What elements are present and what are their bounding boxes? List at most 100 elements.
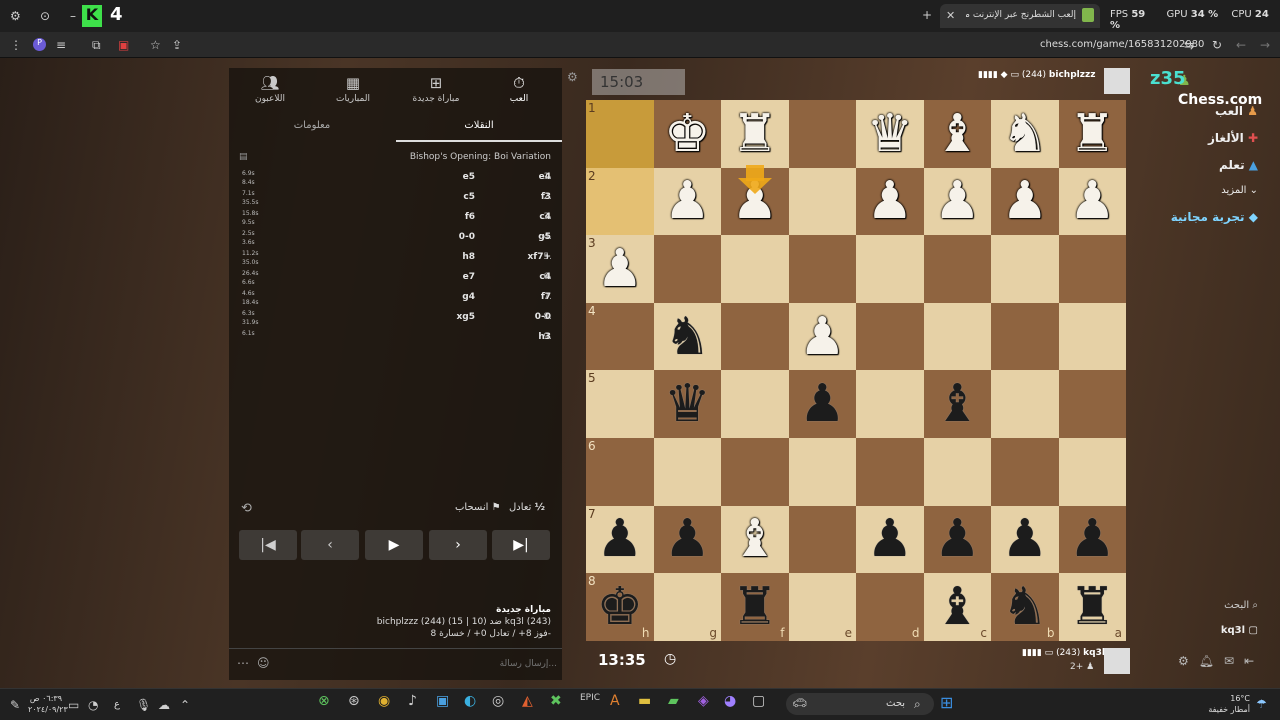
white-move[interactable]: c4 [491,272,551,282]
new-tab-button[interactable]: + [922,8,932,22]
back-icon[interactable]: ← [1236,38,1246,52]
board-square[interactable]: 2 [586,168,654,236]
play-button[interactable]: ▶ [365,530,423,560]
board-square[interactable] [789,506,857,574]
app-m-icon[interactable]: ◈ [698,693,709,709]
board-square[interactable]: ♛ [856,100,924,168]
board-square[interactable] [856,370,924,438]
board-square[interactable]: d [856,573,924,641]
book-icon[interactable]: ▤ [239,152,248,162]
board-square[interactable]: ♟ [856,506,924,574]
white-pawn-icon[interactable]: ♟ [866,175,913,227]
xbox-icon[interactable]: ⊗ [318,693,330,709]
site-user[interactable]: kq3l ▢ [1221,625,1258,636]
board-square[interactable] [1059,303,1127,371]
profile-icon[interactable]: P [33,38,46,51]
board-square[interactable]: ♟ [924,506,992,574]
site-logo[interactable]: ♟ Chess.com [1178,70,1278,90]
close-tab-icon[interactable]: ✕ [946,9,955,22]
board-square[interactable] [721,235,789,303]
board-square[interactable]: ♟ [1059,168,1127,236]
tab-chess[interactable]: ✕ إلعب الشطرنج عبر الإنترنت مجانًا [940,4,1100,28]
black-pawn-icon[interactable]: ♟ [934,513,981,565]
clock[interactable]: ٠٦:٣٩ ص ٢٠٢٤/٠٩/٢٣ [28,693,62,715]
weather[interactable]: 16°C أمطار خفيفة [1200,693,1250,715]
draw-button[interactable]: تعادل ½ [509,502,545,513]
steam-icon[interactable]: ◎ [492,693,504,709]
prev-move-button[interactable]: ‹ [301,530,359,560]
site-nav-learn[interactable]: تعلم ▲ [1219,158,1258,172]
mic-icon[interactable]: 🎙︎ [136,698,151,712]
board-square[interactable] [721,438,789,506]
board-square[interactable]: ♟ [991,168,1059,236]
black-rook-icon[interactable]: ♜ [731,581,778,633]
chevron-up-icon[interactable]: ⌃ [180,698,190,712]
board-square[interactable]: ♜ [721,100,789,168]
chat-input[interactable] [289,654,557,674]
last-move-button[interactable]: ▶| [492,530,550,560]
board-square[interactable]: ♟ [654,168,722,236]
board-square[interactable]: 7♟ [586,506,654,574]
board-square[interactable]: ♟ [789,370,857,438]
site-settings-icon[interactable]: ⇆ [1184,38,1194,52]
resign-button[interactable]: انسحاب ⚑ [455,502,501,513]
minus-icon[interactable]: – [70,9,76,23]
black-knight-icon[interactable]: ♞ [664,311,711,363]
board-square[interactable]: b♞ [991,573,1059,641]
board-square[interactable] [924,235,992,303]
panel-nav-games[interactable]: ▦المباريات [313,68,393,112]
site-nav-puzzles[interactable]: الألغاز ✚ [1208,131,1258,145]
board-square[interactable] [1059,235,1127,303]
board-square[interactable]: 1 [586,100,654,168]
board-square[interactable]: ♟ [924,168,992,236]
brave-icon[interactable]: ◭ [522,693,533,709]
board-square[interactable]: ♜ [1059,100,1127,168]
white-king-icon[interactable]: ♚ [664,108,711,160]
top-player-info[interactable]: ▮▮▮▮ ◆ ▭ (244) bichplzzz [978,70,1095,80]
board-square[interactable]: 8h♚ [586,573,654,641]
settings-icon[interactable]: ⚙ [10,9,21,23]
board-square[interactable]: ♟ [789,303,857,371]
bottom-player-info[interactable]: ▮▮▮▮ ▭ (243) kq3l [1022,648,1105,658]
edge-icon[interactable]: ◐ [464,693,476,709]
board-square[interactable]: ♛ [654,370,722,438]
black-pawn-icon[interactable]: ♟ [1069,513,1116,565]
store-icon[interactable]: ▣ [436,693,449,709]
board-square[interactable] [991,303,1059,371]
panel-settings-icon[interactable]: ⚙ [567,70,578,84]
board-square[interactable]: ♞ [654,303,722,371]
app-icon[interactable]: ⊛ [348,693,360,709]
more-icon[interactable]: ⋯ [237,656,249,670]
flip-board-icon[interactable]: ⟲ [241,501,252,516]
folder-icon[interactable]: ▬ [638,693,651,709]
board-square[interactable]: ♟ [991,506,1059,574]
board-square[interactable]: 6 [586,438,654,506]
first-move-button[interactable]: |◀ [239,530,297,560]
board-square[interactable]: ♝ [924,100,992,168]
board-square[interactable]: 5 [586,370,654,438]
black-bishop-icon[interactable]: ♝ [934,378,981,430]
black-move[interactable]: c5 [415,192,475,202]
onedrive-icon[interactable]: ☁ [158,698,170,712]
board-square[interactable]: ♟ [1059,506,1127,574]
black-rook-icon[interactable]: ♜ [1069,581,1116,633]
board-square[interactable] [991,438,1059,506]
next-move-button[interactable]: › [429,530,487,560]
white-move[interactable]: g5 [491,232,551,242]
wifi-icon[interactable]: ◔ [88,698,98,712]
white-move[interactable]: h3 [491,332,551,342]
epic-icon[interactable]: EPIC [580,693,600,703]
board-square[interactable]: ♞ [991,100,1059,168]
black-knight-icon[interactable]: ♞ [1001,581,1048,633]
xbox-app-icon[interactable]: ✖ [550,693,562,709]
black-move[interactable]: xg5 [415,312,475,322]
white-pawn-icon[interactable]: ♟ [799,311,846,363]
white-pawn-icon[interactable]: ♟ [934,175,981,227]
board-square[interactable] [654,235,722,303]
white-rook-icon[interactable]: ♜ [1069,108,1116,160]
tab-moves[interactable]: النقلات [396,120,562,142]
white-pawn-icon[interactable]: ♟ [596,243,643,295]
url-text[interactable]: chess.com/game/165831202980 [1040,39,1204,50]
emoji-icon[interactable]: ☺ [257,656,270,670]
top-player-avatar[interactable] [1104,68,1130,94]
